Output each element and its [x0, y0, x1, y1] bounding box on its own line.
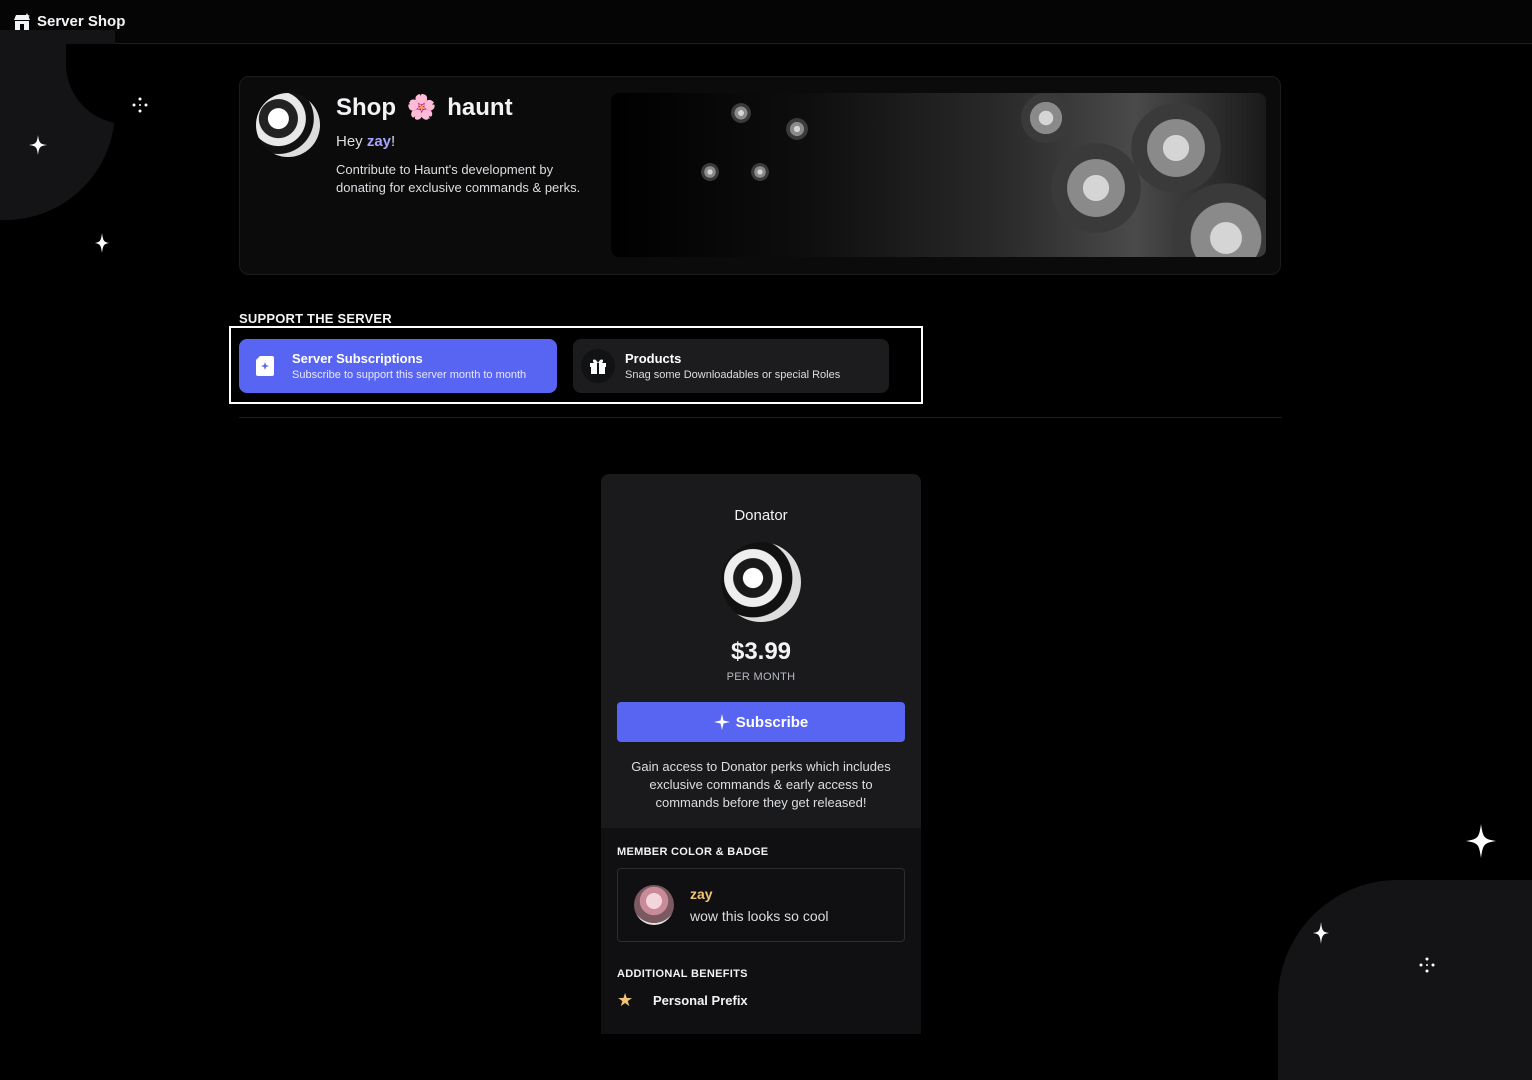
tab-subtitle: Snag some Downloadables or special Roles	[625, 369, 841, 381]
subscription-icon	[254, 355, 276, 377]
sparkle-icon	[713, 714, 730, 730]
additional-benefits-label: ADDITIONAL BENEFITS	[617, 968, 748, 980]
sparkle-dots-icon	[132, 97, 148, 113]
greeting-suffix: !	[391, 133, 396, 150]
flower-emoji: 🌸	[406, 94, 437, 121]
section-label: SUPPORT THE SERVER	[239, 311, 392, 326]
benefit-label: Personal Prefix	[653, 992, 748, 1008]
tier-avatar	[721, 542, 801, 622]
greeting-username: zay	[366, 133, 392, 150]
tab-server-subscriptions[interactable]: Server Subscriptions Subscribe to suppor…	[239, 339, 557, 393]
greeting: Hey zay!	[336, 133, 395, 150]
background-blob	[1278, 880, 1532, 1080]
tier-price: $3.99	[730, 638, 792, 665]
top-bar: Server Shop	[0, 0, 1532, 44]
avatar	[634, 885, 674, 925]
shop-title-prefix: Shop	[336, 94, 396, 121]
sparkle-icon	[95, 233, 109, 253]
tier-period: PER MONTH	[726, 671, 796, 683]
server-banner-image	[611, 93, 1266, 257]
star-icon: ★	[617, 990, 634, 1010]
subscribe-button[interactable]: Subscribe	[617, 702, 905, 742]
shop-icon	[12, 12, 32, 32]
tier-name: Donator	[734, 507, 788, 524]
page-title: Server Shop	[37, 13, 126, 30]
tab-title: Server Subscriptions	[292, 351, 423, 366]
shop-title: Shop 🌸 haunt	[336, 93, 513, 122]
gift-icon	[581, 349, 615, 383]
subscribe-label: Subscribe	[735, 713, 809, 731]
server-avatar	[256, 93, 320, 157]
preview-username: zay	[690, 886, 713, 902]
shop-description: Contribute to Haunt's development by don…	[336, 162, 581, 195]
sparkle-icon	[1313, 922, 1329, 944]
sparkle-dots-icon	[1419, 957, 1435, 973]
shop-header-card: Shop 🌸 haunt Hey zay! Contribute to Haun…	[239, 76, 1281, 275]
sparkle-icon	[1466, 824, 1496, 858]
server-name: haunt	[447, 94, 513, 121]
tab-subtitle: Subscribe to support this server month t…	[292, 369, 527, 381]
tier-description: Gain access to Donator perks which inclu…	[631, 759, 891, 810]
tab-products[interactable]: Products Snag some Downloadables or spec…	[573, 339, 889, 393]
benefit-item: ★ Personal Prefix	[617, 990, 748, 1010]
member-color-label: MEMBER COLOR & BADGE	[617, 846, 769, 858]
member-preview: zay wow this looks so cool	[617, 868, 905, 942]
sparkle-icon	[29, 135, 47, 155]
preview-message: wow this looks so cool	[690, 908, 829, 924]
tab-title: Products	[625, 351, 682, 366]
divider	[239, 417, 1282, 418]
greeting-prefix: Hey	[336, 133, 367, 150]
subscription-tier-card: Donator $3.99 PER MONTH Subscribe Gain a…	[601, 474, 921, 1034]
